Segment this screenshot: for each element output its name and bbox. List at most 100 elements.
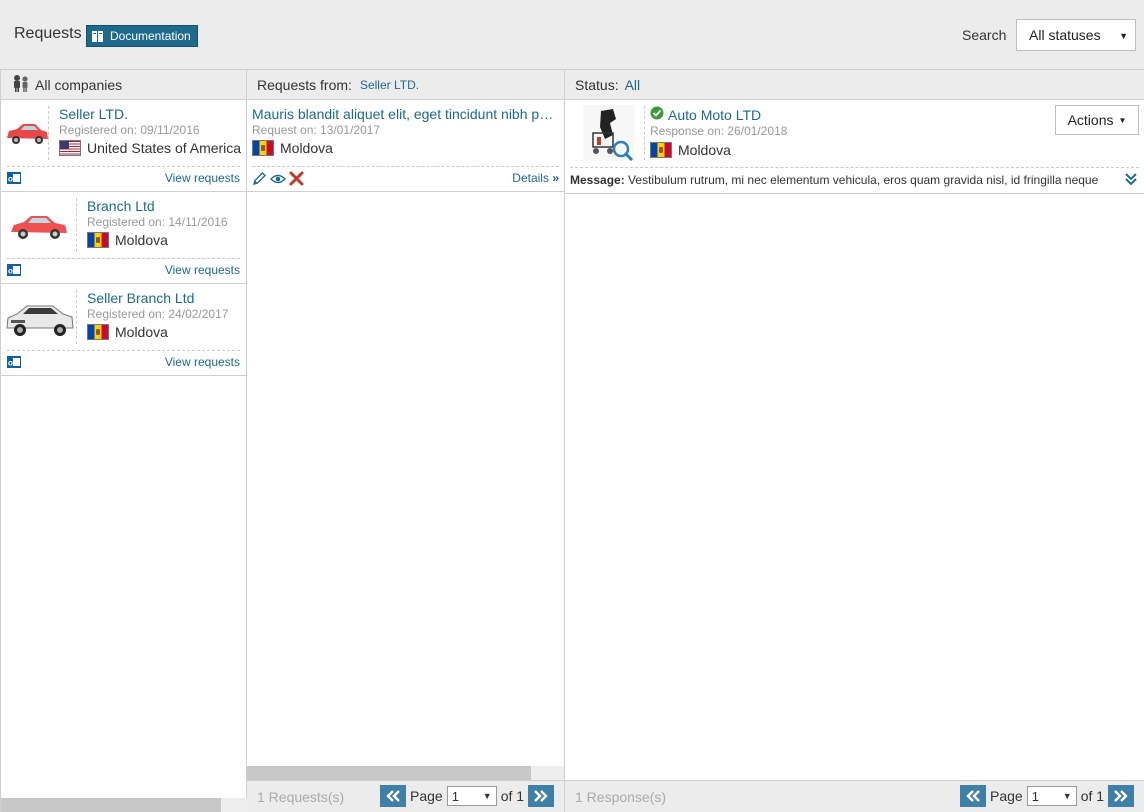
page-select[interactable]: 1 ▼ <box>446 786 497 806</box>
delete-icon[interactable] <box>289 171 304 189</box>
company-country: Moldova <box>87 232 168 248</box>
details-label: Details <box>512 171 549 185</box>
documentation-label: Documentation <box>110 29 191 43</box>
search-label: Search <box>962 27 1007 43</box>
actions-label: Actions <box>1067 112 1114 128</box>
company-registered: Registered on: 09/11/2016 <box>59 123 200 137</box>
company-registered: Registered on: 24/02/2017 <box>87 307 229 321</box>
people-icon <box>11 74 31 95</box>
chevron-double-right-icon[interactable] <box>528 785 555 807</box>
company-country: United States of America <box>59 140 241 156</box>
request-date: Request on: 13/01/2017 <box>252 123 381 137</box>
svg-text:o: o <box>8 359 13 368</box>
documentation-button[interactable]: Documentation <box>86 25 198 47</box>
svg-text:o: o <box>8 175 13 184</box>
outlook-icon[interactable]: o <box>7 356 21 368</box>
chevron-double-right-icon[interactable] <box>1108 785 1135 807</box>
chevron-double-left-icon[interactable] <box>380 785 406 807</box>
horizontal-scrollbar[interactable] <box>247 766 564 780</box>
page-select[interactable]: 1 ▼ <box>1026 786 1077 806</box>
request-country: Moldova <box>252 140 333 156</box>
company-logo <box>5 112 49 152</box>
top-bar: Requests Documentation Search All status… <box>0 0 1144 70</box>
book-icon <box>92 30 105 43</box>
chevron-double-down-icon[interactable] <box>1124 172 1138 189</box>
company-logo <box>5 292 74 344</box>
page-title: Requests <box>14 25 82 42</box>
country-label: Moldova <box>115 232 168 248</box>
page-of-label: of 1 <box>500 788 525 804</box>
us-flag-icon <box>59 140 81 156</box>
company-registered: Registered on: 14/11/2016 <box>87 215 228 229</box>
view-requests-link[interactable]: View requests <box>165 263 240 277</box>
status-select-value: All statuses <box>1029 27 1101 43</box>
companies-header: All companies <box>1 70 246 100</box>
company-country: Moldova <box>87 324 168 340</box>
page-select-value: 1 <box>451 789 459 804</box>
requests-pager: Page 1 ▼ of 1 <box>380 785 555 807</box>
country-label: United States of America <box>87 140 242 156</box>
company-logo <box>5 200 71 252</box>
view-requests-link[interactable]: View requests <box>165 355 240 369</box>
requests-header: Requests from: Seller LTD. <box>247 70 564 100</box>
status-heading: Status: <box>575 76 619 93</box>
caret-down-icon: ▼ <box>482 791 492 801</box>
response-card: Auto Moto LTD Response on: 26/01/2018 Mo… <box>565 100 1144 194</box>
response-logo <box>583 105 635 162</box>
requests-company-link[interactable]: Seller LTD. <box>360 78 419 92</box>
moldova-flag-icon <box>87 232 109 248</box>
request-card: Mauris blandit aliquet elit, eget tincid… <box>247 100 564 192</box>
chevron-double-right-icon: » <box>552 171 559 185</box>
response-company-name: Auto Moto LTD <box>668 106 762 123</box>
message-label: Message: <box>570 173 625 187</box>
country-label: Moldova <box>115 324 168 340</box>
status-value-link[interactable]: All <box>625 77 641 93</box>
moldova-flag-icon <box>650 142 672 158</box>
country-label: Moldova <box>678 142 731 158</box>
moldova-flag-icon <box>252 140 274 156</box>
responses-count: 1 Response(s) <box>575 789 667 805</box>
chevron-double-left-icon[interactable] <box>960 785 986 807</box>
page-select-value: 1 <box>1031 789 1039 804</box>
status-select[interactable]: All statuses ▼ <box>1016 19 1136 51</box>
requests-heading: Requests from: <box>257 76 352 93</box>
company-name[interactable]: Branch Ltd <box>87 198 155 214</box>
page-label: Page <box>410 788 443 804</box>
requests-count: 1 Requests(s) <box>257 789 345 805</box>
requests-footer: 1 Requests(s) Page 1 ▼ of 1 <box>247 780 564 812</box>
details-link[interactable]: Details » <box>512 171 559 185</box>
company-card: Seller LTD. Registered on: 09/11/2016 Un… <box>1 100 246 192</box>
eye-icon[interactable] <box>270 173 286 188</box>
company-card: Seller Branch Ltd Registered on: 24/02/2… <box>1 284 246 376</box>
caret-down-icon: ▼ <box>1062 791 1072 801</box>
responses-header: Status: All <box>565 70 1144 100</box>
response-company[interactable]: Auto Moto LTD <box>650 106 761 123</box>
responses-footer: 1 Response(s) Page 1 ▼ of 1 <box>565 780 1144 812</box>
page-label: Page <box>990 788 1023 804</box>
companies-heading: All companies <box>35 76 123 93</box>
svg-text:o: o <box>8 267 13 276</box>
outlook-icon[interactable]: o <box>7 172 21 184</box>
moldova-flag-icon <box>87 324 109 340</box>
requests-panel: Requests from: Seller LTD. Mauris blandi… <box>247 70 565 812</box>
page-of-label: of 1 <box>1080 788 1105 804</box>
response-message: Message: Vestibulum rutrum, mi nec eleme… <box>570 173 1098 187</box>
actions-button[interactable]: Actions ▼ <box>1055 105 1139 135</box>
company-name[interactable]: Seller Branch Ltd <box>87 290 194 306</box>
message-text: Vestibulum rutrum, mi nec elementum vehi… <box>628 173 1099 187</box>
company-name[interactable]: Seller LTD. <box>59 106 128 122</box>
caret-down-icon: ▼ <box>1118 115 1127 125</box>
caret-down-icon: ▼ <box>1119 31 1128 41</box>
country-label: Moldova <box>280 140 333 156</box>
outlook-icon[interactable]: o <box>7 264 21 276</box>
verified-icon <box>650 106 664 123</box>
responses-panel: Status: All Auto Moto LTD Response on: 2… <box>565 70 1144 812</box>
responses-pager: Page 1 ▼ of 1 <box>960 785 1135 807</box>
horizontal-scrollbar[interactable] <box>1 798 247 812</box>
response-date: Response on: 26/01/2018 <box>650 124 788 138</box>
edit-icon[interactable] <box>252 171 267 189</box>
company-card: Branch Ltd Registered on: 14/11/2016 Mol… <box>1 192 246 284</box>
companies-panel: All companies Seller LTD. Registered on:… <box>0 70 247 812</box>
request-title[interactable]: Mauris blandit aliquet elit, eget tincid… <box>252 106 557 122</box>
view-requests-link[interactable]: View requests <box>165 171 240 185</box>
